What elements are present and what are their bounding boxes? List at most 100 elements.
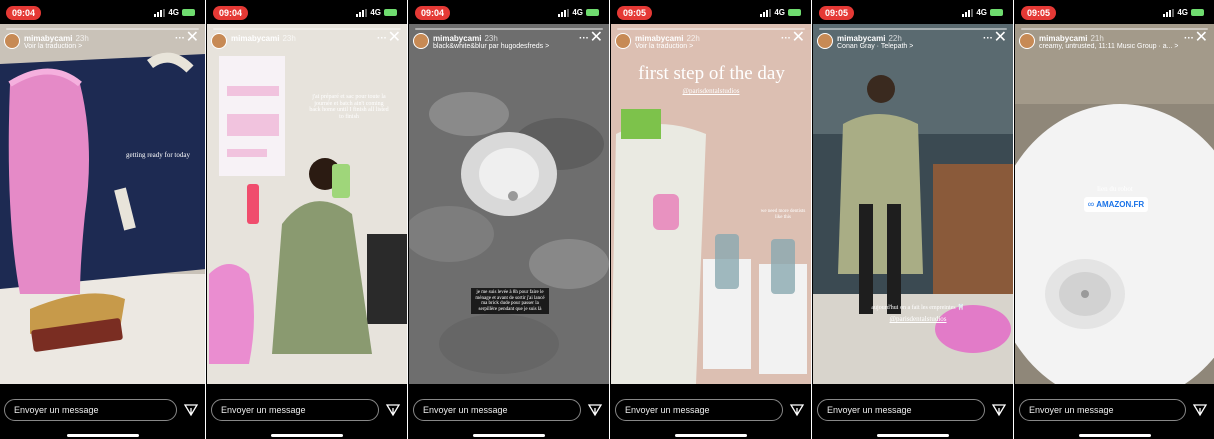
close-icon[interactable]: ✕	[590, 30, 603, 46]
status-bar: 09:05 4G	[611, 0, 811, 24]
more-icon[interactable]: ···	[175, 33, 185, 44]
story-side-note: we need more dentists like this	[760, 209, 806, 220]
story-caption: lien du robot	[1097, 185, 1133, 193]
message-input[interactable]: Envoyer un message	[413, 399, 581, 421]
status-time: 09:04	[6, 6, 42, 20]
story-header: mimabycami 23h ··· ✕	[211, 30, 403, 55]
story-media[interactable]: aujourd'hui on a fait les empreintes 🦷 @…	[813, 24, 1013, 384]
story-header: mimabycami 22h Conan Gray · Telepath > ··…	[817, 30, 1009, 55]
battery-icon	[182, 9, 195, 16]
close-icon[interactable]: ✕	[994, 30, 1007, 46]
story-panel-2[interactable]: 09:04 4G j'ai préparé et sac pour toute …	[207, 0, 408, 439]
story-caption: first step of the day	[638, 63, 785, 84]
message-input[interactable]: Envoyer un message	[615, 399, 783, 421]
story-panel-6[interactable]: 09:05 4G lien du robot ∞ AMAZON.FR mimab…	[1015, 0, 1214, 439]
music-link[interactable]: Conan Gray · Telepath >	[837, 43, 913, 50]
battery-icon	[384, 9, 397, 16]
story-photo	[0, 24, 205, 384]
more-icon[interactable]: ···	[983, 33, 993, 44]
battery-icon	[1191, 9, 1204, 16]
story-media[interactable]: j'ai préparé et sac pour toute la journé…	[207, 24, 407, 384]
story-progress	[415, 28, 603, 30]
send-icon[interactable]	[991, 402, 1007, 418]
story-media[interactable]: first step of the day @parisdentalstudio…	[611, 24, 811, 384]
username[interactable]: mimabycami	[24, 34, 72, 43]
network-label: 4G	[572, 8, 583, 17]
close-icon[interactable]: ✕	[1195, 30, 1208, 46]
story-photo	[207, 24, 407, 384]
message-input[interactable]: Envoyer un message	[817, 399, 985, 421]
username[interactable]: mimabycami	[1039, 34, 1087, 43]
more-icon[interactable]: ···	[579, 33, 589, 44]
more-icon[interactable]: ···	[781, 33, 791, 44]
story-caption: getting ready for today	[126, 151, 190, 159]
story-header: mimabycami 23h Voir la traduction > ··· ✕	[4, 30, 201, 55]
network-label: 4G	[976, 8, 987, 17]
story-header: mimabycami 21h creamy, untrusted, 11:11 M…	[1019, 30, 1210, 55]
send-icon[interactable]	[1192, 402, 1208, 418]
story-header: mimabycami 23h black&white&blur par hugod…	[413, 30, 605, 55]
home-indicator	[66, 434, 139, 437]
status-bar: 09:04 4G	[207, 0, 407, 24]
status-time: 09:05	[617, 6, 653, 20]
story-panel-4[interactable]: 09:05 4G first step of the day @parisden…	[611, 0, 812, 439]
close-icon[interactable]: ✕	[186, 30, 199, 46]
avatar[interactable]	[211, 33, 227, 49]
username[interactable]: mimabycami	[837, 34, 885, 43]
link-icon: ∞	[1087, 199, 1095, 209]
avatar[interactable]	[615, 33, 631, 49]
story-age: 23h	[282, 34, 296, 43]
story-media[interactable]: je me suis levée à 8h pour faire le ména…	[409, 24, 609, 384]
battery-icon	[788, 9, 801, 16]
battery-icon	[586, 9, 599, 16]
more-icon[interactable]: ···	[377, 33, 387, 44]
link-sticker[interactable]: ∞ AMAZON.FR	[1084, 197, 1148, 212]
link-text[interactable]: AMAZON.FR	[1096, 200, 1144, 209]
story-progress	[6, 28, 199, 30]
send-icon[interactable]	[789, 402, 805, 418]
avatar[interactable]	[817, 33, 833, 49]
message-input[interactable]: Envoyer un message	[1019, 399, 1186, 421]
close-icon[interactable]: ✕	[388, 30, 401, 46]
story-caption: je me suis levée à 8h pour faire le ména…	[471, 288, 549, 314]
send-icon[interactable]	[587, 402, 603, 418]
story-panel-5[interactable]: 09:05 4G aujourd'hui on a fait les empre…	[813, 0, 1014, 439]
battery-icon	[990, 9, 1003, 16]
avatar[interactable]	[1019, 33, 1035, 49]
username[interactable]: mimabycami	[231, 34, 279, 43]
story-caption: j'ai préparé et sac pour toute la journé…	[309, 94, 389, 120]
story-progress	[617, 28, 805, 30]
status-bar: 09:04 4G	[0, 0, 205, 24]
home-indicator	[271, 434, 343, 437]
story-panel-3[interactable]: 09:04 4G je me suis levée à 8h pour fair…	[409, 0, 610, 439]
translate-link[interactable]: Voir la traduction >	[635, 43, 693, 50]
avatar[interactable]	[413, 33, 429, 49]
send-icon[interactable]	[385, 402, 401, 418]
story-panel-1[interactable]: 09:04 4G getting ready for today mimabyc…	[0, 0, 206, 439]
story-media[interactable]: getting ready for today	[0, 24, 205, 384]
more-icon[interactable]: ···	[1184, 33, 1194, 44]
home-indicator	[1078, 434, 1151, 437]
message-input[interactable]: Envoyer un message	[4, 399, 177, 421]
username[interactable]: mimabycami	[433, 34, 481, 43]
signal-icon	[558, 8, 570, 17]
story-mention[interactable]: @parisdentalstudios	[853, 315, 983, 324]
username[interactable]: mimabycami	[635, 34, 683, 43]
story-age: 21h	[1090, 34, 1104, 43]
avatar[interactable]	[4, 33, 20, 49]
send-icon[interactable]	[183, 402, 199, 418]
status-bar: 09:04 4G	[409, 0, 609, 24]
translate-link[interactable]: Voir la traduction >	[24, 43, 82, 50]
story-media[interactable]: lien du robot ∞ AMAZON.FR	[1015, 24, 1214, 384]
story-photo	[409, 24, 609, 384]
story-caption: aujourd'hui on a fait les empreintes 🦷	[871, 305, 965, 311]
close-icon[interactable]: ✕	[792, 30, 805, 46]
music-link[interactable]: black&white&blur par hugodesfreds >	[433, 43, 549, 50]
story-mention[interactable]: @parisdentalstudios	[651, 87, 771, 96]
status-bar: 09:05 4G	[813, 0, 1013, 24]
network-label: 4G	[168, 8, 179, 17]
signal-icon	[962, 8, 974, 17]
music-link[interactable]: creamy, untrusted, 11:11 Music Group · a…	[1039, 43, 1178, 50]
message-input[interactable]: Envoyer un message	[211, 399, 379, 421]
story-progress	[1021, 28, 1208, 30]
